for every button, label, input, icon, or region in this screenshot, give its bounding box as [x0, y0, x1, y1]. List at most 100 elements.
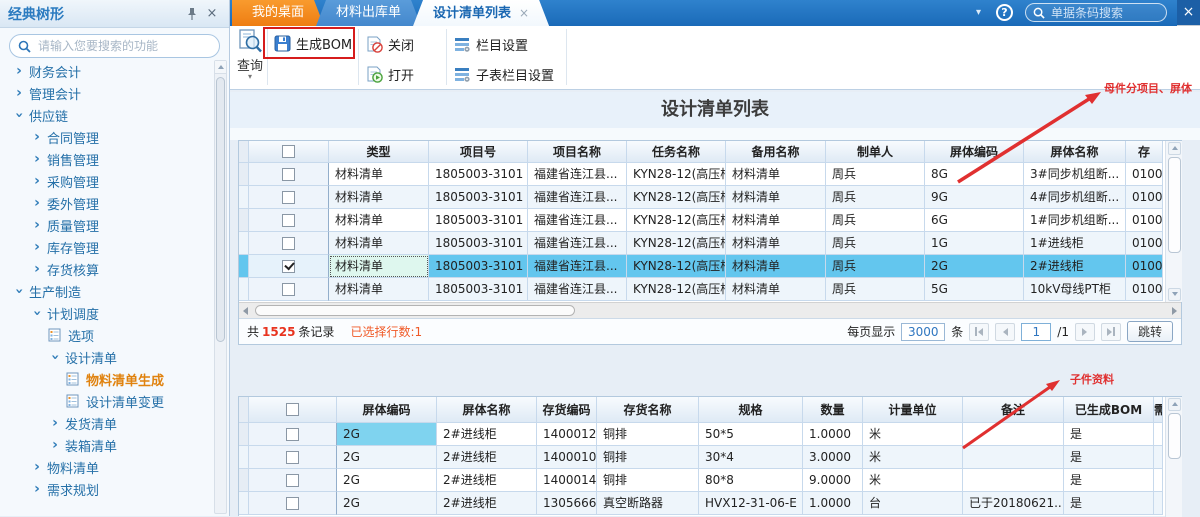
chevron-collapsed-icon[interactable]: ›	[30, 130, 44, 144]
table-cell[interactable]	[1154, 446, 1163, 469]
table-cell[interactable]: 材料清单	[726, 232, 826, 255]
table-cell[interactable]: 30*4	[699, 446, 803, 469]
table-cell[interactable]	[963, 469, 1064, 492]
tab-close-icon[interactable]: ×	[519, 6, 529, 20]
sidebar-scroll-thumb[interactable]	[216, 77, 225, 342]
table-row[interactable]: 材料清单1805003-3101福建省连江县...KYN28-12(高压柜)材料…	[239, 163, 1165, 186]
chevron-expanded-icon[interactable]: ›	[48, 350, 62, 364]
table-cell[interactable]: 1805003-3101	[429, 163, 528, 186]
tree-item-装箱清单[interactable]: ›装箱清单	[0, 434, 213, 456]
table-cell[interactable]: 2#进线柜	[437, 423, 537, 446]
table-cell[interactable]: 米	[863, 423, 963, 446]
chevron-down-icon[interactable]: ▾	[976, 7, 981, 18]
table-cell[interactable]: 真空断路器	[597, 492, 699, 515]
tree-item-委外管理[interactable]: ›委外管理	[0, 192, 213, 214]
row-checkbox-cell[interactable]	[249, 232, 329, 255]
table-cell[interactable]: 材料清单	[329, 232, 429, 255]
tree-item-采购管理[interactable]: ›采购管理	[0, 170, 213, 192]
open-document-button[interactable]: 打开	[366, 65, 414, 84]
table-cell[interactable]: HVX12-31-06-E	[699, 492, 803, 515]
table-cell[interactable]: 1#同步机组断...	[1024, 209, 1126, 232]
subtable-column-settings-button[interactable]: 子表栏目设置	[454, 65, 554, 84]
table-cell[interactable]: 14000145	[537, 469, 597, 492]
table-cell[interactable]: 是	[1064, 492, 1154, 515]
select-all-checkbox[interactable]	[282, 145, 295, 158]
table-cell[interactable]: 14000123	[537, 423, 597, 446]
table-cell[interactable]: 周兵	[826, 163, 925, 186]
tree-item-发货清单[interactable]: ›发货清单	[0, 412, 213, 434]
table-cell[interactable]: 材料清单	[329, 209, 429, 232]
close-document-button[interactable]: 关闭	[366, 35, 414, 54]
chevron-collapsed-icon[interactable]: ›	[48, 438, 62, 452]
table-cell[interactable]: 铜排	[597, 469, 699, 492]
row-checkbox[interactable]	[282, 168, 295, 181]
table-cell[interactable]: KYN28-12(高压柜)	[627, 186, 726, 209]
tree-item-库存管理[interactable]: ›库存管理	[0, 236, 213, 258]
table-cell[interactable]: 材料清单	[329, 186, 429, 209]
table-cell[interactable]: 9G	[925, 186, 1024, 209]
table-cell[interactable]: 6G	[925, 209, 1024, 232]
row-checkbox-cell[interactable]	[249, 492, 337, 515]
row-checkbox-cell[interactable]	[249, 255, 329, 278]
table-cell[interactable]: 铜排	[597, 446, 699, 469]
table-cell[interactable]: 010008	[1126, 186, 1163, 209]
row-checkbox-cell[interactable]	[249, 186, 329, 209]
table-cell[interactable]: 2#进线柜	[437, 446, 537, 469]
sidebar-scrollbar[interactable]	[214, 60, 227, 514]
tree-item-物料清单[interactable]: ›物料清单	[0, 456, 213, 478]
chevron-collapsed-icon[interactable]: ›	[12, 64, 26, 78]
table-row[interactable]: 2G2#进线柜14000123铜排50*51.0000米是	[239, 423, 1165, 446]
row-checkbox[interactable]	[282, 283, 295, 296]
table-cell[interactable]: 2G	[337, 446, 437, 469]
table-cell[interactable]: 1#进线柜	[1024, 232, 1126, 255]
prev-page-button[interactable]	[995, 323, 1015, 341]
first-page-button[interactable]	[969, 323, 989, 341]
table-cell[interactable]: 2#进线柜	[437, 492, 537, 515]
table-row[interactable]: 材料清单1805003-3101福建省连江县...KYN28-12(高压柜)材料…	[239, 186, 1165, 209]
sidebar-search-input[interactable]	[36, 38, 211, 54]
table-cell[interactable]: 材料清单	[726, 209, 826, 232]
table-cell[interactable]: 3#同步机组断...	[1024, 163, 1126, 186]
table-row[interactable]: 材料清单1805003-3101福建省连江县...KYN28-12(高压柜)材料…	[239, 209, 1165, 232]
tree-item-合同管理[interactable]: ›合同管理	[0, 126, 213, 148]
master-hscroll-thumb[interactable]	[255, 305, 575, 316]
table-cell[interactable]: KYN28-12(高压柜)	[627, 255, 726, 278]
table-cell[interactable]: 米	[863, 469, 963, 492]
table-cell[interactable]: 福建省连江县...	[528, 255, 627, 278]
chevron-collapsed-icon[interactable]: ›	[30, 152, 44, 166]
table-cell[interactable]: 3.0000	[803, 446, 863, 469]
row-checkbox[interactable]	[282, 191, 295, 204]
chevron-expanded-icon[interactable]: ›	[30, 306, 44, 320]
table-cell[interactable]: 台	[863, 492, 963, 515]
chevron-collapsed-icon[interactable]: ›	[12, 86, 26, 100]
table-cell[interactable]: 1805003-3101	[429, 209, 528, 232]
table-cell[interactable]: KYN28-12(高压柜)	[627, 209, 726, 232]
row-checkbox-cell[interactable]	[249, 209, 329, 232]
tree-item-物料清单生成[interactable]: 物料清单生成	[0, 368, 213, 390]
table-row[interactable]: 材料清单1805003-3101福建省连江县...KYN28-12(高压柜)材料…	[239, 278, 1165, 301]
table-cell[interactable]: 50*5	[699, 423, 803, 446]
row-checkbox-cell[interactable]	[249, 446, 337, 469]
per-page-input[interactable]	[901, 323, 945, 341]
table-cell[interactable]: 8G	[925, 163, 1024, 186]
table-cell[interactable]: 福建省连江县...	[528, 209, 627, 232]
row-checkbox[interactable]	[286, 428, 299, 441]
table-cell[interactable]: 福建省连江县...	[528, 186, 627, 209]
table-cell[interactable]: 是	[1064, 446, 1154, 469]
barcode-search-box[interactable]	[1025, 3, 1167, 22]
close-icon[interactable]: ×	[1177, 0, 1200, 25]
master-horizontal-scrollbar[interactable]	[239, 302, 1181, 318]
chevron-collapsed-icon[interactable]: ›	[48, 416, 62, 430]
table-cell[interactable]: 材料清单	[726, 163, 826, 186]
table-cell[interactable]: 周兵	[826, 209, 925, 232]
help-icon[interactable]: ?	[996, 4, 1013, 21]
master-vscroll-thumb[interactable]	[1168, 157, 1181, 253]
tab-3[interactable]: 设计清单列表×	[413, 0, 549, 26]
table-cell[interactable]: 1.0000	[803, 492, 863, 515]
table-cell[interactable]	[1154, 492, 1163, 515]
table-cell[interactable]: 是	[1064, 423, 1154, 446]
table-cell[interactable]: 米	[863, 446, 963, 469]
row-checkbox-cell[interactable]	[249, 423, 337, 446]
table-cell[interactable]: 福建省连江县...	[528, 232, 627, 255]
table-cell[interactable]: 周兵	[826, 232, 925, 255]
